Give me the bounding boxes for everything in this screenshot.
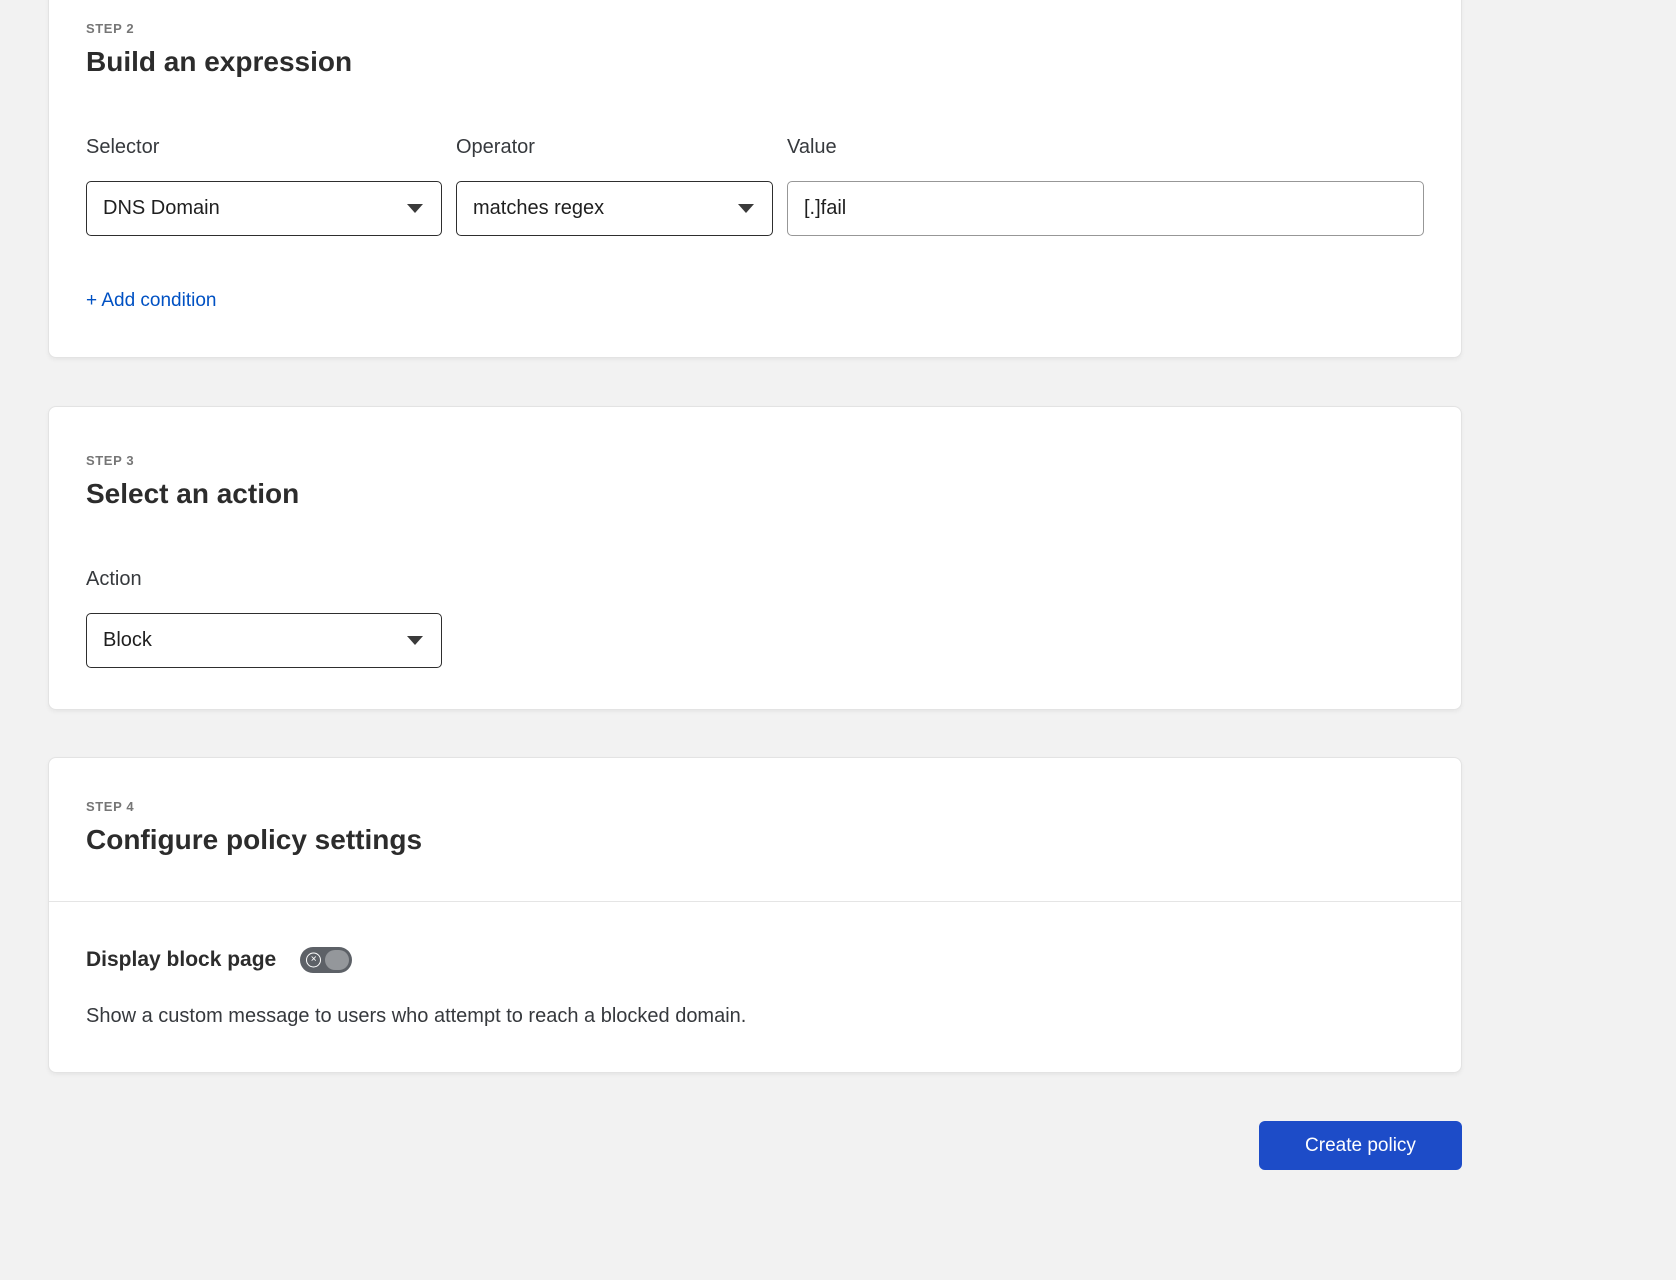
chevron-down-icon xyxy=(738,204,754,213)
step3-eyebrow: STEP 3 xyxy=(86,453,135,468)
value-field: Value xyxy=(787,136,1424,236)
display-block-page-row: Display block page ✕ xyxy=(86,947,1424,973)
step4-header: STEP 4 Configure policy settings xyxy=(49,758,1461,856)
step2-title: Build an expression xyxy=(86,46,353,77)
display-block-page-toggle[interactable]: ✕ xyxy=(300,947,353,973)
value-label: Value xyxy=(787,136,837,158)
toggle-knob xyxy=(325,950,350,970)
step3-title: Select an action xyxy=(86,478,300,509)
value-input[interactable] xyxy=(787,181,1424,236)
create-policy-button[interactable]: Create policy xyxy=(1259,1121,1462,1170)
selector-dropdown[interactable]: DNS Domain xyxy=(86,181,442,236)
selector-selected-value: DNS Domain xyxy=(103,197,220,219)
action-field: Action Block xyxy=(86,568,1424,668)
expression-fields-row: Selector DNS Domain Operator matches reg… xyxy=(86,136,1424,236)
selector-label: Selector xyxy=(86,136,160,158)
step4-card: STEP 4 Configure policy settings Display… xyxy=(48,757,1462,1073)
action-label: Action xyxy=(86,568,142,590)
selector-field: Selector DNS Domain xyxy=(86,136,442,236)
operator-selected-value: matches regex xyxy=(473,197,605,219)
step3-card: STEP 3 Select an action Action Block xyxy=(48,406,1462,710)
operator-label: Operator xyxy=(456,136,535,158)
chevron-down-icon xyxy=(407,204,423,213)
chevron-down-icon xyxy=(407,636,423,645)
operator-dropdown[interactable]: matches regex xyxy=(456,181,773,236)
step2-eyebrow: STEP 2 xyxy=(86,21,135,36)
step4-eyebrow: STEP 4 xyxy=(86,799,135,814)
action-selected-value: Block xyxy=(103,629,152,651)
toggle-off-icon: ✕ xyxy=(306,952,322,968)
display-block-page-label: Display block page xyxy=(86,948,277,971)
operator-field: Operator matches regex xyxy=(456,136,773,236)
action-dropdown[interactable]: Block xyxy=(86,613,442,668)
add-condition-link[interactable]: + Add condition xyxy=(86,290,216,312)
step4-title: Configure policy settings xyxy=(86,824,423,855)
step4-body: Display block page ✕ Show a custom messa… xyxy=(49,902,1461,1028)
step2-card: STEP 2 Build an expression Selector DNS … xyxy=(48,0,1462,358)
display-block-page-description: Show a custom message to users who attem… xyxy=(86,1005,747,1027)
